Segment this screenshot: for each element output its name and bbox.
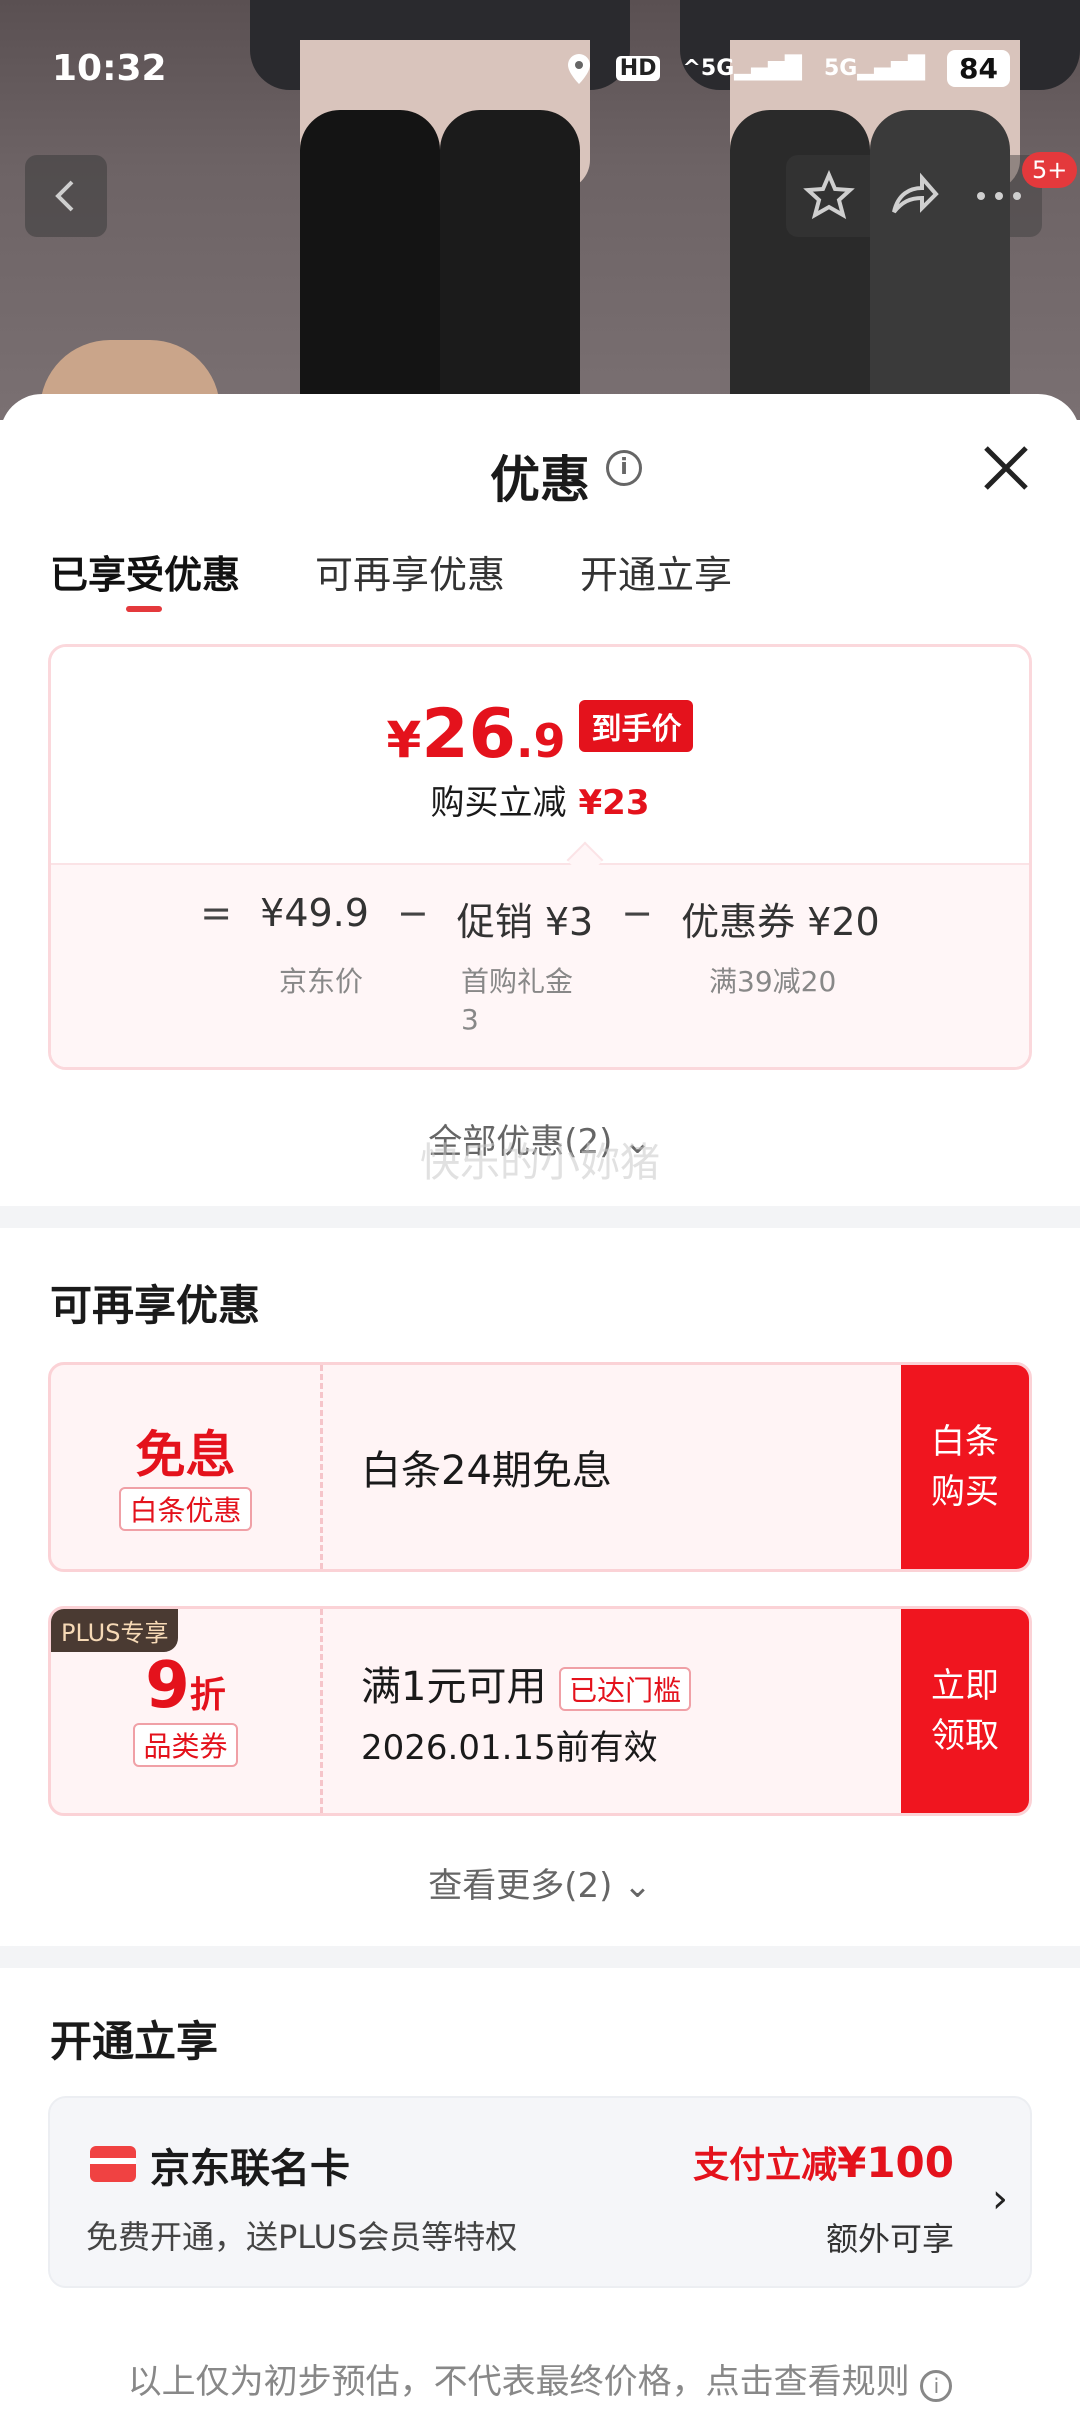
- jd-price-label: 京东价: [279, 965, 364, 998]
- chevron-down-icon: ⌄: [623, 1866, 652, 1906]
- coupon-amount: 优惠券 ¥20: [681, 900, 880, 944]
- reduce-label: 购买立减: [430, 783, 567, 823]
- price-decimal: .9: [515, 714, 566, 768]
- hd-icon: HD: [615, 56, 661, 81]
- equals-sign: =: [200, 891, 233, 935]
- coupon-tag: 白条优惠: [119, 1487, 252, 1531]
- coupon-label: 满39减20: [709, 965, 837, 998]
- status-icons: HD ^5G▂▄▆█ 5G▂▄▆█ 84: [564, 50, 1010, 87]
- card-desc: 免费开通，送PLUS会员等特权: [86, 2218, 518, 2256]
- info-icon: i: [920, 2370, 953, 2402]
- chevron-left-icon: [55, 180, 74, 212]
- coupon-expire: 2026.01.15前有效: [361, 1727, 658, 1768]
- jd-cobrand-card[interactable]: 京东联名卡 免费开通，送PLUS会员等特权 支付立减¥100 额外可享 ›: [48, 2096, 1032, 2288]
- signal-icon-1: ^5G▂▄▆█: [682, 56, 802, 81]
- info-icon[interactable]: i: [606, 450, 642, 486]
- coupon-big: 免息: [135, 1426, 236, 1484]
- tab-open[interactable]: 开通立享: [580, 544, 732, 599]
- price-formula: = ¥49.9 − 促销 ¥3 − 优惠券 ¥20: [51, 891, 1029, 946]
- coupon-text: 满1元可用: [361, 1663, 547, 1710]
- share-icon[interactable]: [888, 170, 940, 222]
- location-icon: [567, 53, 590, 84]
- final-price: ¥ 26 .9 到手价: [51, 695, 1029, 774]
- signal-label: 5G: [700, 56, 735, 81]
- final-price-tag: 到手价: [579, 700, 694, 752]
- minus-sign: −: [621, 891, 654, 935]
- card-name: 京东联名卡: [150, 2146, 350, 2192]
- back-button[interactable]: [25, 155, 107, 237]
- notification-badge: 5+: [1022, 152, 1078, 188]
- sheet-title: 优惠: [490, 451, 590, 509]
- more-section-title: 可再享优惠: [50, 1281, 261, 1330]
- section-divider: [0, 1946, 1080, 1968]
- coupon-left: 免息 白条优惠: [51, 1365, 323, 1569]
- pay-prefix: 支付立减: [693, 2145, 838, 2186]
- promo-tabs: 已享受优惠 可再享优惠 开通立享: [50, 544, 732, 612]
- coupon-text: 白条24期免息: [361, 1448, 612, 1494]
- close-icon[interactable]: [976, 438, 1036, 498]
- star-icon[interactable]: [802, 170, 855, 222]
- threshold-badge: 已达门槛: [559, 1666, 692, 1711]
- price-integer: 26: [421, 695, 516, 774]
- minus-sign: −: [396, 891, 429, 935]
- see-more-link[interactable]: 查看更多(2) ⌄: [0, 1858, 1080, 1907]
- footer-note[interactable]: 以上仅为初步预估，不代表最终价格，点击查看规则 i: [0, 2354, 1080, 2403]
- pay-value: ¥100: [837, 2138, 954, 2187]
- status-bar: 10:32 HD ^5G▂▄▆█ 5G▂▄▆█ 84: [0, 0, 1080, 140]
- coupon-condition: 满1元可用 已达门槛: [361, 1654, 692, 1712]
- tab-more[interactable]: 可再享优惠: [315, 544, 505, 599]
- leg-shape: [440, 110, 580, 420]
- price-breakdown: ¥ 26 .9 到手价 购买立减 ¥23 = ¥49.9 − 促销 ¥3 − 优惠…: [48, 644, 1032, 1070]
- coupon-body: 白条24期免息: [361, 1365, 612, 1569]
- reduce-line: 购买立减 ¥23: [51, 775, 1029, 824]
- coupon-discount: 9折: [51, 1649, 320, 1723]
- promo-label: 首购礼金 3: [461, 965, 574, 1036]
- watermark: 快乐的小妳猪: [420, 1140, 660, 1186]
- card-extra: 额外可享: [825, 2220, 954, 2258]
- baitiao-buy-button[interactable]: 白条 购买: [901, 1365, 1029, 1569]
- promo-amount: 促销 ¥3: [456, 900, 594, 944]
- more-icon[interactable]: [973, 186, 1025, 206]
- coupon-plus: PLUS专享 9折 品类券 满1元可用 已达门槛 2026.01.15前有效 立…: [48, 1606, 1032, 1816]
- leg-shape: [300, 110, 440, 420]
- card-icon: [90, 2146, 136, 2182]
- claim-button[interactable]: 立即 领取: [901, 1609, 1029, 1813]
- chevron-right-icon: ›: [992, 2176, 1008, 2222]
- signal-label: 5G: [823, 56, 858, 81]
- coupon-tag: 品类券: [133, 1723, 238, 1767]
- section-divider: [0, 1206, 1080, 1228]
- status-time: 10:32: [52, 48, 167, 89]
- see-more-label: 查看更多(2): [428, 1866, 613, 1906]
- coupon-interest-free: 免息 白条优惠 白条24期免息 白条 购买: [48, 1362, 1032, 1572]
- battery-icon: 84: [947, 50, 1010, 87]
- coupon-left: 9折 品类券: [51, 1609, 323, 1813]
- currency-symbol: ¥: [386, 711, 422, 769]
- coupon-body: 满1元可用 已达门槛 2026.01.15前有效: [361, 1609, 692, 1813]
- reduce-value: ¥23: [578, 783, 650, 823]
- card-pay: 支付立减¥100: [693, 2136, 954, 2188]
- promo-sheet: 优惠 i 已享受优惠 可再享优惠 开通立享 ¥ 26 .9 到手价 购买立减 ¥2…: [0, 394, 1080, 2412]
- jd-price: ¥49.9: [260, 891, 369, 935]
- footer-text: 以上仅为初步预估，不代表最终价格，点击查看规则: [127, 2362, 910, 2402]
- discount-value: 9: [145, 1649, 190, 1723]
- top-actions: [786, 155, 1042, 237]
- signal-icon-2: 5G▂▄▆█: [823, 56, 926, 81]
- tab-enjoyed[interactable]: 已享受优惠: [50, 544, 240, 612]
- discount-unit: 折: [189, 1675, 226, 1716]
- open-section-title: 开通立享: [50, 2017, 219, 2066]
